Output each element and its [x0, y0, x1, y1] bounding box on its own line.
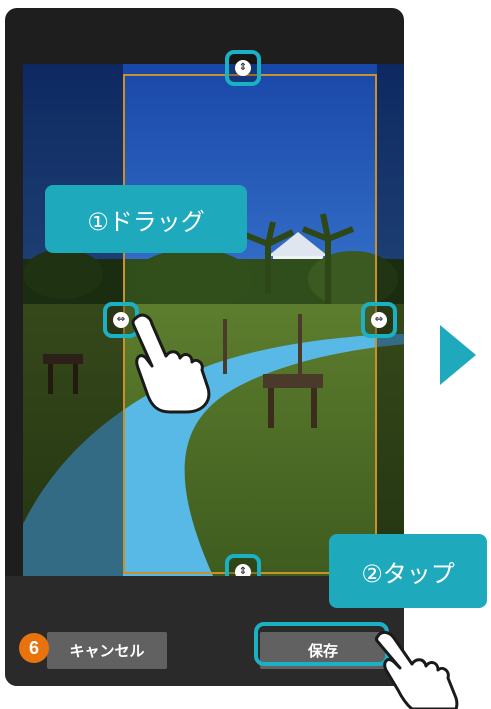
- vertical-resize-icon: ⇕: [235, 60, 251, 76]
- hand-pointer-icon: [375, 630, 459, 709]
- save-button-highlight: [254, 622, 389, 666]
- cancel-button[interactable]: キャンセル: [47, 632, 167, 669]
- tap-callout: ②タップ: [329, 534, 487, 608]
- crop-handle-top[interactable]: ⇕: [225, 50, 261, 86]
- next-step-arrow-icon: [440, 325, 476, 385]
- horizontal-resize-icon: ⇔: [371, 312, 387, 328]
- drag-callout: ①ドラッグ: [45, 185, 247, 253]
- hand-pointer-icon: [131, 313, 211, 414]
- tap-callout-label: ②タップ: [361, 559, 455, 588]
- cancel-button-label: キャンセル: [69, 642, 145, 660]
- crop-handle-right[interactable]: ⇔: [361, 302, 397, 338]
- step-number-badge: 6: [19, 633, 49, 663]
- drag-callout-label: ①ドラッグ: [87, 207, 205, 236]
